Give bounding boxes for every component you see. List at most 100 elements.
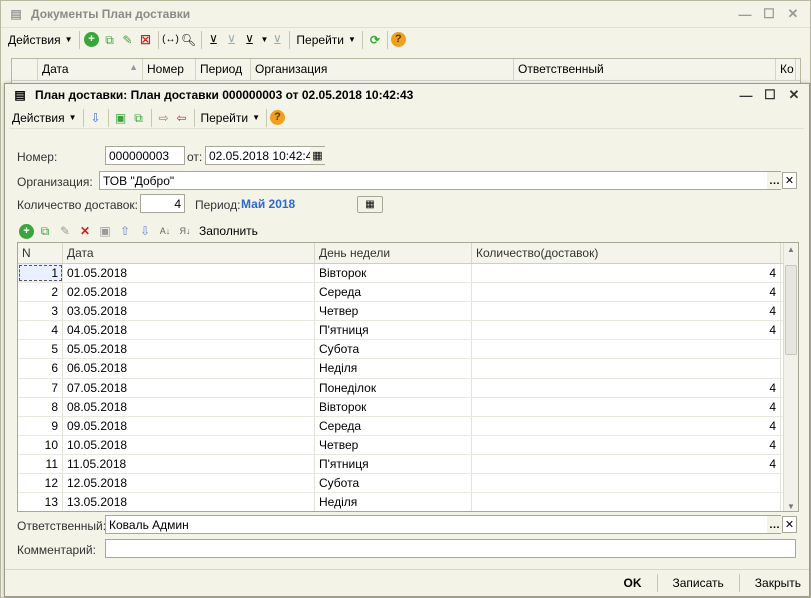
edit-row-icon[interactable]: ✎ <box>56 222 74 240</box>
ok-button[interactable]: OK <box>624 576 642 590</box>
table-row[interactable]: 10 10.05.2018 Четвер 4 <box>18 435 798 455</box>
post-document-icon[interactable]: ⇩ <box>87 109 105 127</box>
close-button[interactable]: ✕ <box>784 6 802 22</box>
dialog-close-button[interactable]: ✕ <box>785 87 803 103</box>
cell-n[interactable]: 5 <box>18 340 63 359</box>
cell-n[interactable]: 7 <box>18 378 63 397</box>
dialog-minimize-button[interactable]: — <box>737 87 755 103</box>
fill-button[interactable]: Заполнить <box>196 221 261 241</box>
table-row[interactable]: 11 11.05.2018 П'ятниця 4 <box>18 454 798 475</box>
interval-icon[interactable]: (↔) <box>162 31 180 49</box>
end-edit-icon[interactable]: ▣ <box>96 222 114 240</box>
table-row[interactable]: 13 13.05.2018 Неділя <box>18 493 798 511</box>
help-icon[interactable]: ? <box>390 32 406 47</box>
responsible-field[interactable]: Коваль Админ <box>105 515 781 534</box>
filter-quick-icon[interactable]: ⊻ <box>223 31 241 49</box>
cell-n[interactable]: 13 <box>18 493 63 511</box>
table-row[interactable]: 5 05.05.2018 Субота <box>18 340 798 360</box>
cell-n[interactable]: 10 <box>18 435 63 454</box>
calendar-icon[interactable]: ▦ <box>310 147 325 164</box>
table-row[interactable]: 4 04.05.2018 П'ятниця 4 <box>18 321 798 341</box>
dialog-actions-menu-button[interactable]: Действия ▼ <box>9 108 80 128</box>
cell-date[interactable]: 06.05.2018 <box>63 359 315 378</box>
table-row[interactable]: 9 09.05.2018 Середа 4 <box>18 416 798 436</box>
cell-date[interactable]: 01.05.2018 <box>63 264 315 283</box>
copy-icon[interactable]: ⧉ <box>101 31 119 49</box>
table-row[interactable]: 3 03.05.2018 Четвер 4 <box>18 302 798 322</box>
column-header-weekday[interactable]: День недели <box>315 243 472 263</box>
delivery-count-field[interactable]: 4 <box>140 194 185 213</box>
table-row[interactable]: 8 08.05.2018 Вівторок 4 <box>18 397 798 417</box>
cell-n[interactable]: 1 <box>18 264 63 283</box>
cell-date[interactable]: 05.05.2018 <box>63 340 315 359</box>
open-structure-icon[interactable]: ▣ <box>112 109 130 127</box>
copy-row-icon[interactable]: ⧉ <box>36 222 54 240</box>
cell-date[interactable]: 02.05.2018 <box>63 283 315 302</box>
actions-menu-button[interactable]: Действия ▼ <box>5 30 76 50</box>
list-header-period[interactable]: Период <box>196 59 251 80</box>
cell-weekday[interactable]: Неділя <box>315 359 472 378</box>
delete-row-icon[interactable]: ✕ <box>76 222 94 240</box>
cell-quantity[interactable]: 4 <box>472 302 781 321</box>
dialog-maximize-button[interactable]: ☐ <box>761 87 779 103</box>
select-ellipsis-icon[interactable]: … <box>767 172 782 189</box>
cell-weekday[interactable]: П'ятниця <box>315 321 472 340</box>
cell-n[interactable]: 12 <box>18 474 63 493</box>
clear-icon[interactable]: ✕ <box>782 172 797 189</box>
clear-icon[interactable]: ✕ <box>782 516 797 533</box>
copy-document-icon[interactable]: ⧉ <box>130 109 148 127</box>
delete-icon[interactable]: ☒ <box>137 31 155 49</box>
cell-quantity[interactable]: 4 <box>472 264 781 283</box>
goto-menu-button[interactable]: Перейти ▼ <box>293 30 358 50</box>
sort-desc-icon[interactable]: Я↓ <box>176 222 194 240</box>
edit-icon[interactable]: ✎ <box>119 31 137 49</box>
filter-clear-icon[interactable]: ⊻ <box>268 31 286 49</box>
cell-date[interactable]: 12.05.2018 <box>63 474 315 493</box>
cell-date[interactable]: 08.05.2018 <box>63 397 315 416</box>
cell-quantity[interactable]: 4 <box>472 321 781 340</box>
cell-date[interactable]: 03.05.2018 <box>63 302 315 321</box>
cell-quantity[interactable]: 4 <box>472 397 781 416</box>
cell-n[interactable]: 6 <box>18 359 63 378</box>
help-icon[interactable]: ? <box>269 110 285 125</box>
cell-n[interactable]: 4 <box>18 321 63 340</box>
cell-weekday[interactable]: Понеділок <box>315 378 472 397</box>
cell-date[interactable]: 07.05.2018 <box>63 378 315 397</box>
unpost-document-icon[interactable]: ⇦ <box>173 109 191 127</box>
sort-asc-icon[interactable]: A↓ <box>156 222 174 240</box>
cell-n[interactable]: 2 <box>18 283 63 302</box>
period-value[interactable]: Май 2018 <box>241 197 295 211</box>
cell-date[interactable]: 04.05.2018 <box>63 321 315 340</box>
refresh-icon[interactable]: ⟳ <box>366 31 384 49</box>
cell-date[interactable]: 10.05.2018 <box>63 435 315 454</box>
cell-weekday[interactable]: Неділя <box>315 493 472 511</box>
filter-icon[interactable]: ⊻ <box>205 31 223 49</box>
cell-quantity[interactable]: 4 <box>472 378 781 397</box>
cell-weekday[interactable]: Субота <box>315 474 472 493</box>
cell-date[interactable]: 13.05.2018 <box>63 493 315 511</box>
organization-field[interactable]: ТОВ "Добро" <box>99 171 781 190</box>
move-document-icon[interactable]: ⇨ <box>155 109 173 127</box>
filter-history-icon[interactable]: ⊻ <box>241 31 259 49</box>
cell-weekday[interactable]: Середа <box>315 416 472 435</box>
list-header-count[interactable]: Ко <box>776 59 796 80</box>
column-header-date[interactable]: Дата <box>63 243 315 263</box>
date-field[interactable]: 02.05.2018 10:42:43 <box>205 146 325 165</box>
cell-n[interactable]: 9 <box>18 416 63 435</box>
cell-n[interactable]: 3 <box>18 302 63 321</box>
list-header-responsible[interactable]: Ответственный <box>514 59 776 80</box>
table-row[interactable]: 6 06.05.2018 Неділя <box>18 359 798 379</box>
column-header-n[interactable]: N <box>18 243 63 263</box>
table-row[interactable]: 7 07.05.2018 Понеділок 4 <box>18 378 798 398</box>
cell-weekday[interactable]: Четвер <box>315 435 472 454</box>
find-icon[interactable]: 🔍︎ <box>180 31 198 49</box>
move-down-icon[interactable]: ⇩ <box>136 222 154 240</box>
table-row[interactable]: 2 02.05.2018 Середа 4 <box>18 283 798 303</box>
cell-n[interactable]: 11 <box>18 454 63 474</box>
select-ellipsis-icon[interactable]: … <box>767 516 782 533</box>
cell-weekday[interactable]: Четвер <box>315 302 472 321</box>
cell-quantity[interactable]: 4 <box>472 416 781 435</box>
cell-quantity[interactable]: 4 <box>472 435 781 454</box>
cell-quantity[interactable] <box>472 474 781 493</box>
cell-weekday[interactable]: Вівторок <box>315 264 472 283</box>
